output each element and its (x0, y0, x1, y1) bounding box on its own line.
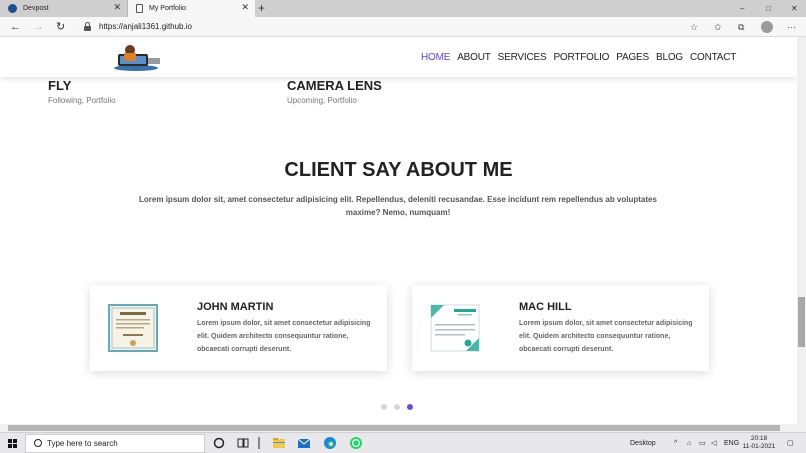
nav-portfolio[interactable]: PORTFOLIO (553, 52, 609, 63)
url-field[interactable]: https://anjali1361.github.io (99, 17, 192, 37)
lock-icon[interactable] (84, 22, 91, 31)
clock-date: 11-01-2021 (742, 443, 776, 450)
nav-about[interactable]: ABOUT (457, 52, 491, 63)
file-explorer-icon[interactable] (272, 436, 286, 450)
nav-pages[interactable]: PAGES (616, 52, 649, 63)
slider-dot-active[interactable] (407, 404, 413, 410)
tab-title: Devpost (23, 5, 49, 12)
devpost-favicon-icon (8, 4, 17, 13)
task-view-icon[interactable] (236, 436, 250, 450)
taskbar: Type here to search Desktop ^ ⌂ ▭ ◁ ENG … (0, 432, 806, 453)
portfolio-item-subtitle: Upcoming, Portfolio (287, 96, 357, 105)
testimonial-text: Lorem ipsum dolor, sit amet consectetur … (197, 320, 371, 353)
volume-icon[interactable]: ◁ (711, 433, 716, 453)
close-icon[interactable]: ✕ (241, 2, 249, 13)
back-icon[interactable]: ← (10, 17, 21, 37)
testimonial-card: JOHN MARTIN Lorem ipsum dolor, sit amet … (90, 285, 387, 371)
edge-browser-icon[interactable] (323, 436, 337, 450)
favorite-star-icon[interactable]: ☆ (690, 17, 698, 37)
close-icon[interactable]: ✕ (113, 2, 121, 13)
whatsapp-icon[interactable] (349, 436, 363, 450)
divider-icon (258, 437, 260, 449)
scrollbar-thumb[interactable] (798, 297, 805, 347)
testimonial-name: MAC HILL (519, 301, 572, 313)
search-icon (34, 439, 42, 447)
network-icon[interactable]: ⌂ (687, 433, 691, 453)
language-indicator[interactable]: ENG (724, 433, 739, 453)
minimize-icon[interactable]: – (740, 0, 744, 17)
certificate-image-icon (108, 304, 158, 352)
nav-contact[interactable]: CONTACT (690, 52, 736, 63)
clock-time: 20:18 (750, 435, 768, 442)
chevron-up-icon[interactable]: ^ (674, 433, 677, 453)
cortana-icon[interactable] (212, 436, 226, 450)
collections-icon[interactable]: ⧉ (738, 17, 744, 37)
main-nav: HOME ABOUT SERVICES PORTFOLIO PAGES BLOG… (421, 37, 736, 77)
profile-avatar-icon[interactable] (761, 21, 773, 33)
windows-start-icon[interactable] (8, 439, 17, 448)
new-tab-icon[interactable]: + (258, 0, 265, 17)
notifications-icon[interactable]: ▢ (787, 433, 794, 453)
testimonials-title: CLIENT SAY ABOUT ME (284, 159, 513, 181)
desktop-toolbar-label[interactable]: Desktop (630, 433, 656, 453)
testimonial-text: Lorem ipsum dolor, sit amet consectetur … (519, 320, 693, 353)
favorites-icon[interactable]: ✩ (714, 17, 722, 37)
logo-icon[interactable] (110, 44, 162, 71)
portfolio-item-title: FLY (48, 78, 72, 93)
horizontal-scrollbar[interactable] (0, 424, 806, 432)
testimonials-intro: Lorem ipsum dolor sit, amet consectetur … (139, 195, 657, 217)
more-menu-icon[interactable]: ··· (787, 17, 796, 37)
portfolio-item-subtitle: Following, Portfolio (48, 96, 116, 105)
testimonial-name: JOHN MARTIN (197, 301, 274, 313)
slider-dot[interactable] (394, 404, 400, 410)
tab-devpost[interactable]: Devpost ✕ (0, 0, 128, 17)
portfolio-item-title: CAMERA LENS (287, 78, 382, 93)
search-placeholder: Type here to search (47, 439, 118, 448)
slider-dots (381, 404, 413, 410)
taskbar-search-input[interactable]: Type here to search (25, 434, 205, 453)
tab-my-portfolio[interactable]: My Portfolio ✕ (128, 0, 255, 17)
testimonial-card: MAC HILL Lorem ipsum dolor, sit amet con… (412, 285, 709, 371)
tab-strip: Devpost ✕ My Portfolio ✕ + – □ ✕ (0, 0, 806, 17)
scrollbar-thumb[interactable] (8, 425, 780, 431)
address-bar: ← → ↻ https://anjali1361.github.io ☆ ✩ ⧉… (0, 17, 806, 37)
nav-services[interactable]: SERVICES (498, 52, 547, 63)
page-favicon-icon (136, 4, 143, 13)
tab-title: My Portfolio (149, 5, 186, 12)
page-viewport: HOME ABOUT SERVICES PORTFOLIO PAGES BLOG… (0, 37, 797, 424)
portfolio-item[interactable]: CAMERA LENS Upcoming, Portfolio (287, 78, 382, 105)
site-header: HOME ABOUT SERVICES PORTFOLIO PAGES BLOG… (0, 37, 797, 77)
forward-icon: → (33, 21, 44, 33)
system-clock[interactable]: 20:18 11-01-2021 (740, 435, 778, 451)
nav-blog[interactable]: BLOG (656, 52, 683, 63)
portfolio-item[interactable]: FLY Following, Portfolio (48, 78, 116, 105)
slider-dot[interactable] (381, 404, 387, 410)
certificate-image-icon (430, 304, 480, 352)
close-window-icon[interactable]: ✕ (791, 0, 798, 17)
nav-home[interactable]: HOME (421, 52, 450, 63)
mail-icon[interactable] (297, 436, 311, 450)
vertical-scrollbar[interactable] (797, 37, 806, 424)
maximize-icon[interactable]: □ (766, 0, 771, 17)
refresh-icon[interactable]: ↻ (56, 17, 65, 37)
battery-icon[interactable]: ▭ (699, 433, 706, 453)
